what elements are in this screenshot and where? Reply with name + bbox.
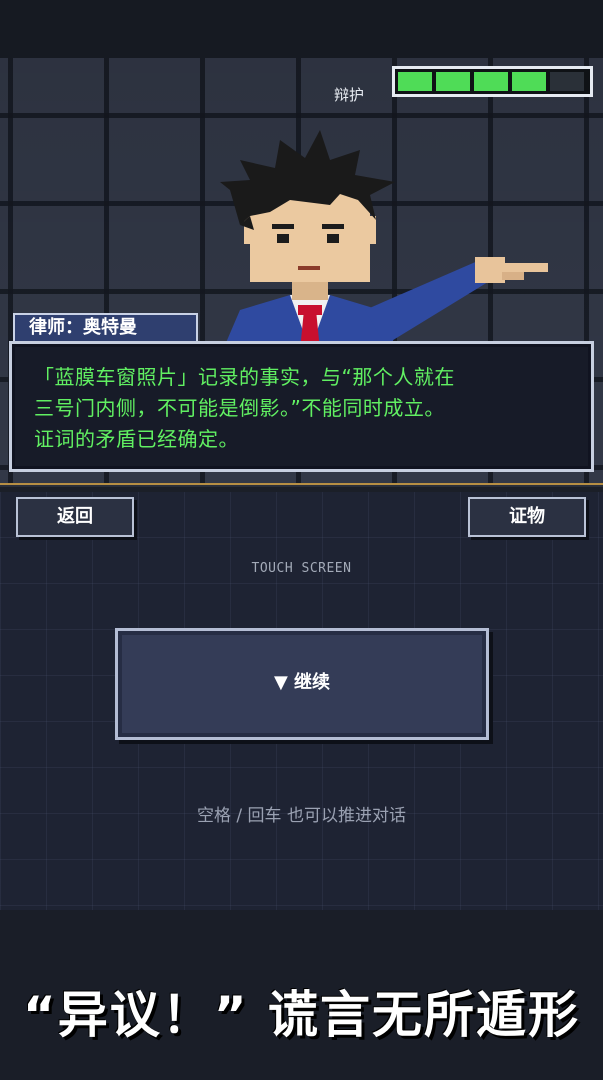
touch-screen-hint: TOUCH SCREEN	[251, 561, 352, 576]
keyboard-hint: 空格 / 回车 也可以推进对话	[197, 806, 406, 826]
promo-slogan: “异议！” 谎言无所遁形	[22, 986, 581, 1044]
health-segment	[398, 72, 432, 91]
divider	[0, 483, 603, 492]
health-segment	[436, 72, 470, 91]
dialog-line: 证词的矛盾已经确定。	[34, 427, 239, 451]
health-segment	[474, 72, 508, 91]
back-button[interactable]: 返回	[16, 497, 134, 537]
dialog-box[interactable]: 「蓝膜车窗照片」记录的事实，与“那个人就在 三号门内侧，不可能是倒影。”不能同时…	[9, 341, 594, 472]
dialog-text: 「蓝膜车窗照片」记录的事实，与“那个人就在 三号门内侧，不可能是倒影。”不能同时…	[34, 362, 579, 455]
continue-button[interactable]: ▼ 继续	[115, 628, 489, 740]
evidence-button[interactable]: 证物	[468, 497, 586, 537]
health-segment	[550, 72, 584, 91]
speaker-name-tag: 律师：奥特曼	[13, 313, 198, 343]
defense-label: 辩护	[334, 86, 365, 104]
dialog-line: 三号门内侧，不可能是倒影。”不能同时成立。	[34, 396, 445, 420]
dialog-line: 「蓝膜车窗照片」记录的事实，与“那个人就在	[34, 365, 455, 389]
top-bar	[0, 0, 603, 58]
health-bar	[392, 66, 593, 97]
health-segment	[512, 72, 546, 91]
